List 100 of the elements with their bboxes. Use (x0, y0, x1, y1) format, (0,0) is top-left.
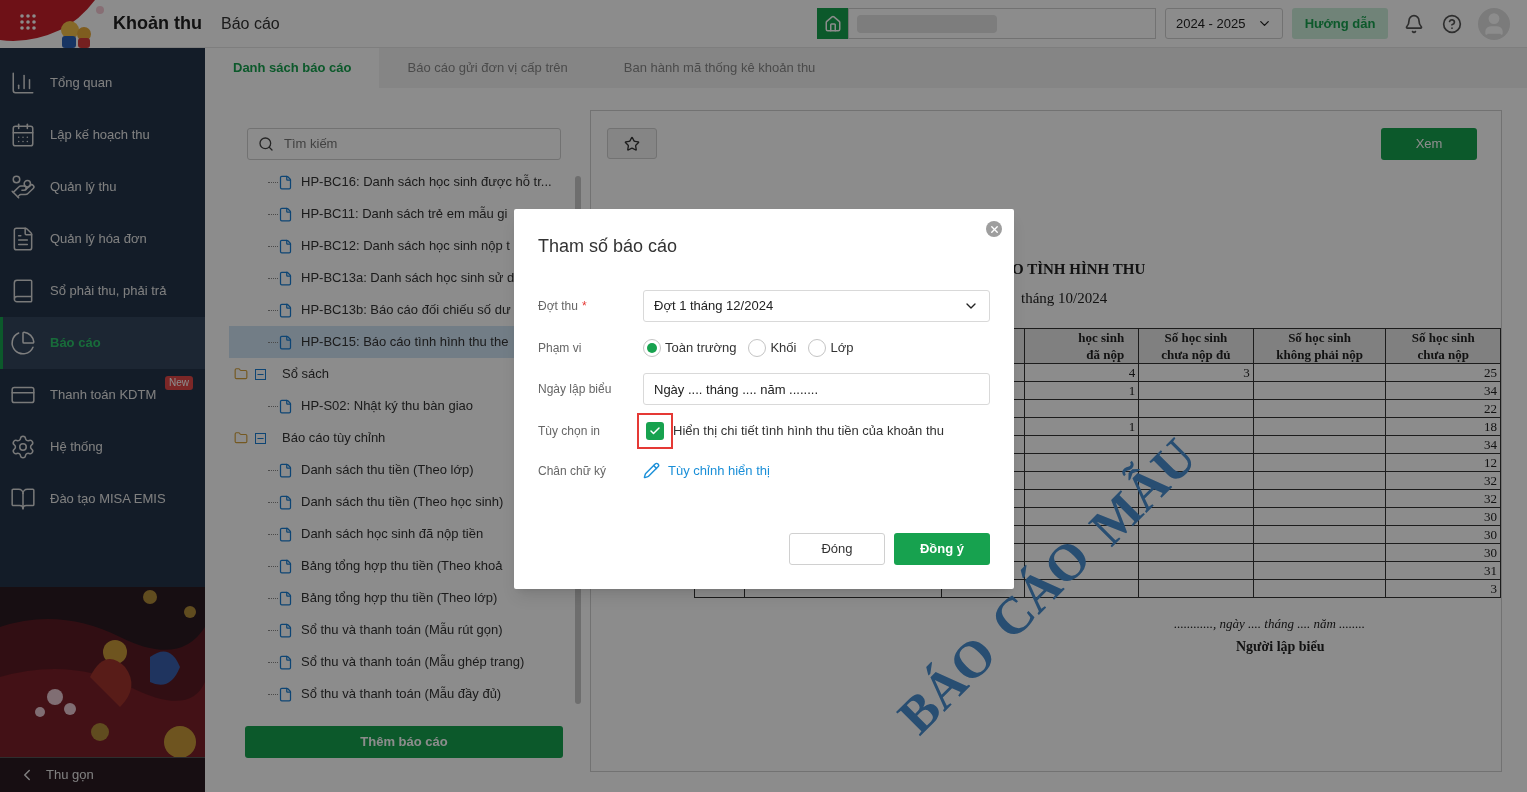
year-select[interactable]: 2024 - 2025 (1165, 8, 1283, 39)
file-icon (278, 526, 293, 542)
file-icon (278, 686, 293, 702)
sidebar-item[interactable]: Quản lý thu (0, 161, 205, 213)
report-item[interactable]: Danh sách học sinh đã nộp tiền (229, 518, 573, 550)
field-label: Đợt thu * (538, 298, 588, 315)
new-badge: New (165, 376, 193, 390)
checkbox-label: Hiển thị chi tiết tình hình thu tiền của khoản thu (673, 421, 944, 440)
table-cell: 3 (1490, 581, 1497, 596)
radio-button[interactable] (643, 338, 661, 357)
pie-chart-icon (10, 330, 36, 356)
star-icon (624, 135, 640, 152)
period-select[interactable]: Đợt 1 tháng 12/2024 (643, 290, 990, 322)
report-item[interactable]: HP-BC16: Danh sách học sinh được hỗ tr... (229, 166, 573, 198)
file-icon (278, 654, 293, 670)
toggle-icon[interactable] (255, 432, 266, 444)
table-cell: 22 (1484, 401, 1497, 416)
close-icon (988, 223, 1000, 235)
table-cell: 31 (1484, 563, 1497, 578)
checkbox[interactable] (646, 421, 664, 440)
table-cell: 1 (1128, 419, 1136, 434)
file-icon (278, 174, 293, 190)
view-button[interactable]: Xem (1381, 128, 1477, 160)
file-icon (278, 558, 293, 574)
date-input[interactable]: Ngày .... tháng .... năm ........ (643, 373, 990, 405)
settings-icon (10, 434, 36, 460)
table-cell: 30 (1484, 545, 1497, 560)
file-icon (278, 334, 293, 350)
sidebar-item[interactable]: Sổ phải thu, phải trả (0, 265, 205, 317)
report-item[interactable]: Danh sách thu tiền (Theo học sinh) (229, 486, 573, 518)
report-item[interactable]: HP-BC13a: Danh sách học sinh sử d (229, 262, 573, 294)
table-cell: 32 (1484, 491, 1497, 506)
table-cell: 30 (1484, 527, 1497, 542)
column-header: Số học sinh không phải nộp (1276, 330, 1363, 362)
file-icon (278, 462, 293, 478)
file-icon (278, 398, 293, 414)
file-icon (278, 238, 293, 254)
sidebar-item[interactable]: Lập kế hoạch thu (0, 109, 205, 161)
report-item[interactable]: Sổ thu và thanh toán (Mẫu đầy đủ) (229, 678, 573, 710)
sidebar-item[interactable]: Đào tạo MISA EMIS (0, 473, 205, 525)
module-title: Khoản thu (113, 12, 202, 35)
sidebar-item[interactable]: Hệ thống (0, 421, 205, 473)
signer-title: Người lập biểu (1236, 637, 1326, 656)
radio-label: Toàn trường (665, 338, 737, 357)
file-icon (278, 270, 293, 286)
search-icon (258, 136, 274, 152)
coin-hand-icon (10, 174, 36, 200)
report-period: tháng 10/2024 (1021, 288, 1109, 308)
customize-link[interactable]: Tùy chỉnh hiển thị (643, 460, 770, 481)
field-label: Ngày lập biểu (538, 381, 613, 398)
report-item[interactable]: HP-BC11: Danh sách trẻ em mẫu gi (229, 198, 573, 230)
radio-button[interactable] (748, 338, 767, 357)
file-icon (278, 494, 293, 510)
column-header: học sinh đã nộp (1078, 330, 1125, 362)
sidebar-item[interactable]: Quản lý hóa đơn (0, 213, 205, 265)
school-field[interactable] (848, 8, 1156, 39)
open-book-icon (10, 486, 36, 512)
search-field[interactable]: Tìm kiếm (247, 128, 561, 160)
report-item[interactable]: Sổ thu và thanh toán (Mẫu ghép trang) (229, 646, 573, 678)
app-grid-icon[interactable] (20, 14, 36, 30)
file-icon (278, 590, 293, 606)
dialog-title: Tham số báo cáo (538, 235, 678, 258)
confirm-button[interactable]: Đồng ý (894, 533, 990, 565)
file-icon (278, 302, 293, 318)
folder-icon (234, 431, 248, 445)
table-cell: 18 (1484, 419, 1497, 434)
notification-icon[interactable] (1404, 13, 1424, 34)
field-label: Tùy chọn in (538, 422, 602, 440)
favorite-button[interactable] (607, 128, 657, 159)
required-mark: * (581, 299, 587, 313)
field-label: Chân chữ ký (538, 462, 608, 480)
report-item[interactable]: Bảng tổng hợp thu tiền (Theo lớp) (229, 582, 573, 614)
table-cell: 32 (1484, 473, 1497, 488)
check-icon (649, 424, 661, 437)
file-icon (278, 622, 293, 638)
radio-label: Lớp (830, 338, 854, 357)
report-item[interactable]: Bảng tổng hợp thu tiền (Theo khoả (229, 550, 573, 582)
sidebar-item[interactable]: Tổng quan (0, 57, 205, 109)
report-item[interactable]: Sổ thu và thanh toán (Mẫu rút gọn) (229, 614, 573, 646)
table-cell: 34 (1484, 437, 1497, 452)
folder-icon (234, 367, 248, 381)
file-icon (278, 206, 293, 222)
radio-label: Khối (770, 338, 797, 357)
radio-button[interactable] (808, 338, 827, 357)
sidebar-item[interactable]: Thanh toán KDTM New (0, 369, 205, 421)
table-cell: 34 (1484, 383, 1497, 398)
table-cell: 12 (1484, 455, 1497, 470)
close-button[interactable] (986, 221, 1002, 237)
column-header: Số học sinh chưa nộp đủ (1161, 330, 1231, 362)
date-line: ............, ngày .... tháng .... năm ........ (1174, 615, 1367, 633)
table-cell: 1 (1128, 383, 1136, 398)
help-icon[interactable] (1442, 13, 1462, 34)
table-cell: 25 (1484, 365, 1497, 380)
bar-chart-icon (10, 70, 36, 96)
home-button[interactable] (817, 8, 848, 39)
column-header: Số học sinh chưa nộp (1411, 330, 1475, 362)
page-title: Báo cáo (221, 13, 280, 34)
cancel-button[interactable]: Đóng (789, 533, 885, 565)
home-icon (823, 14, 842, 33)
toggle-icon[interactable] (255, 368, 266, 380)
